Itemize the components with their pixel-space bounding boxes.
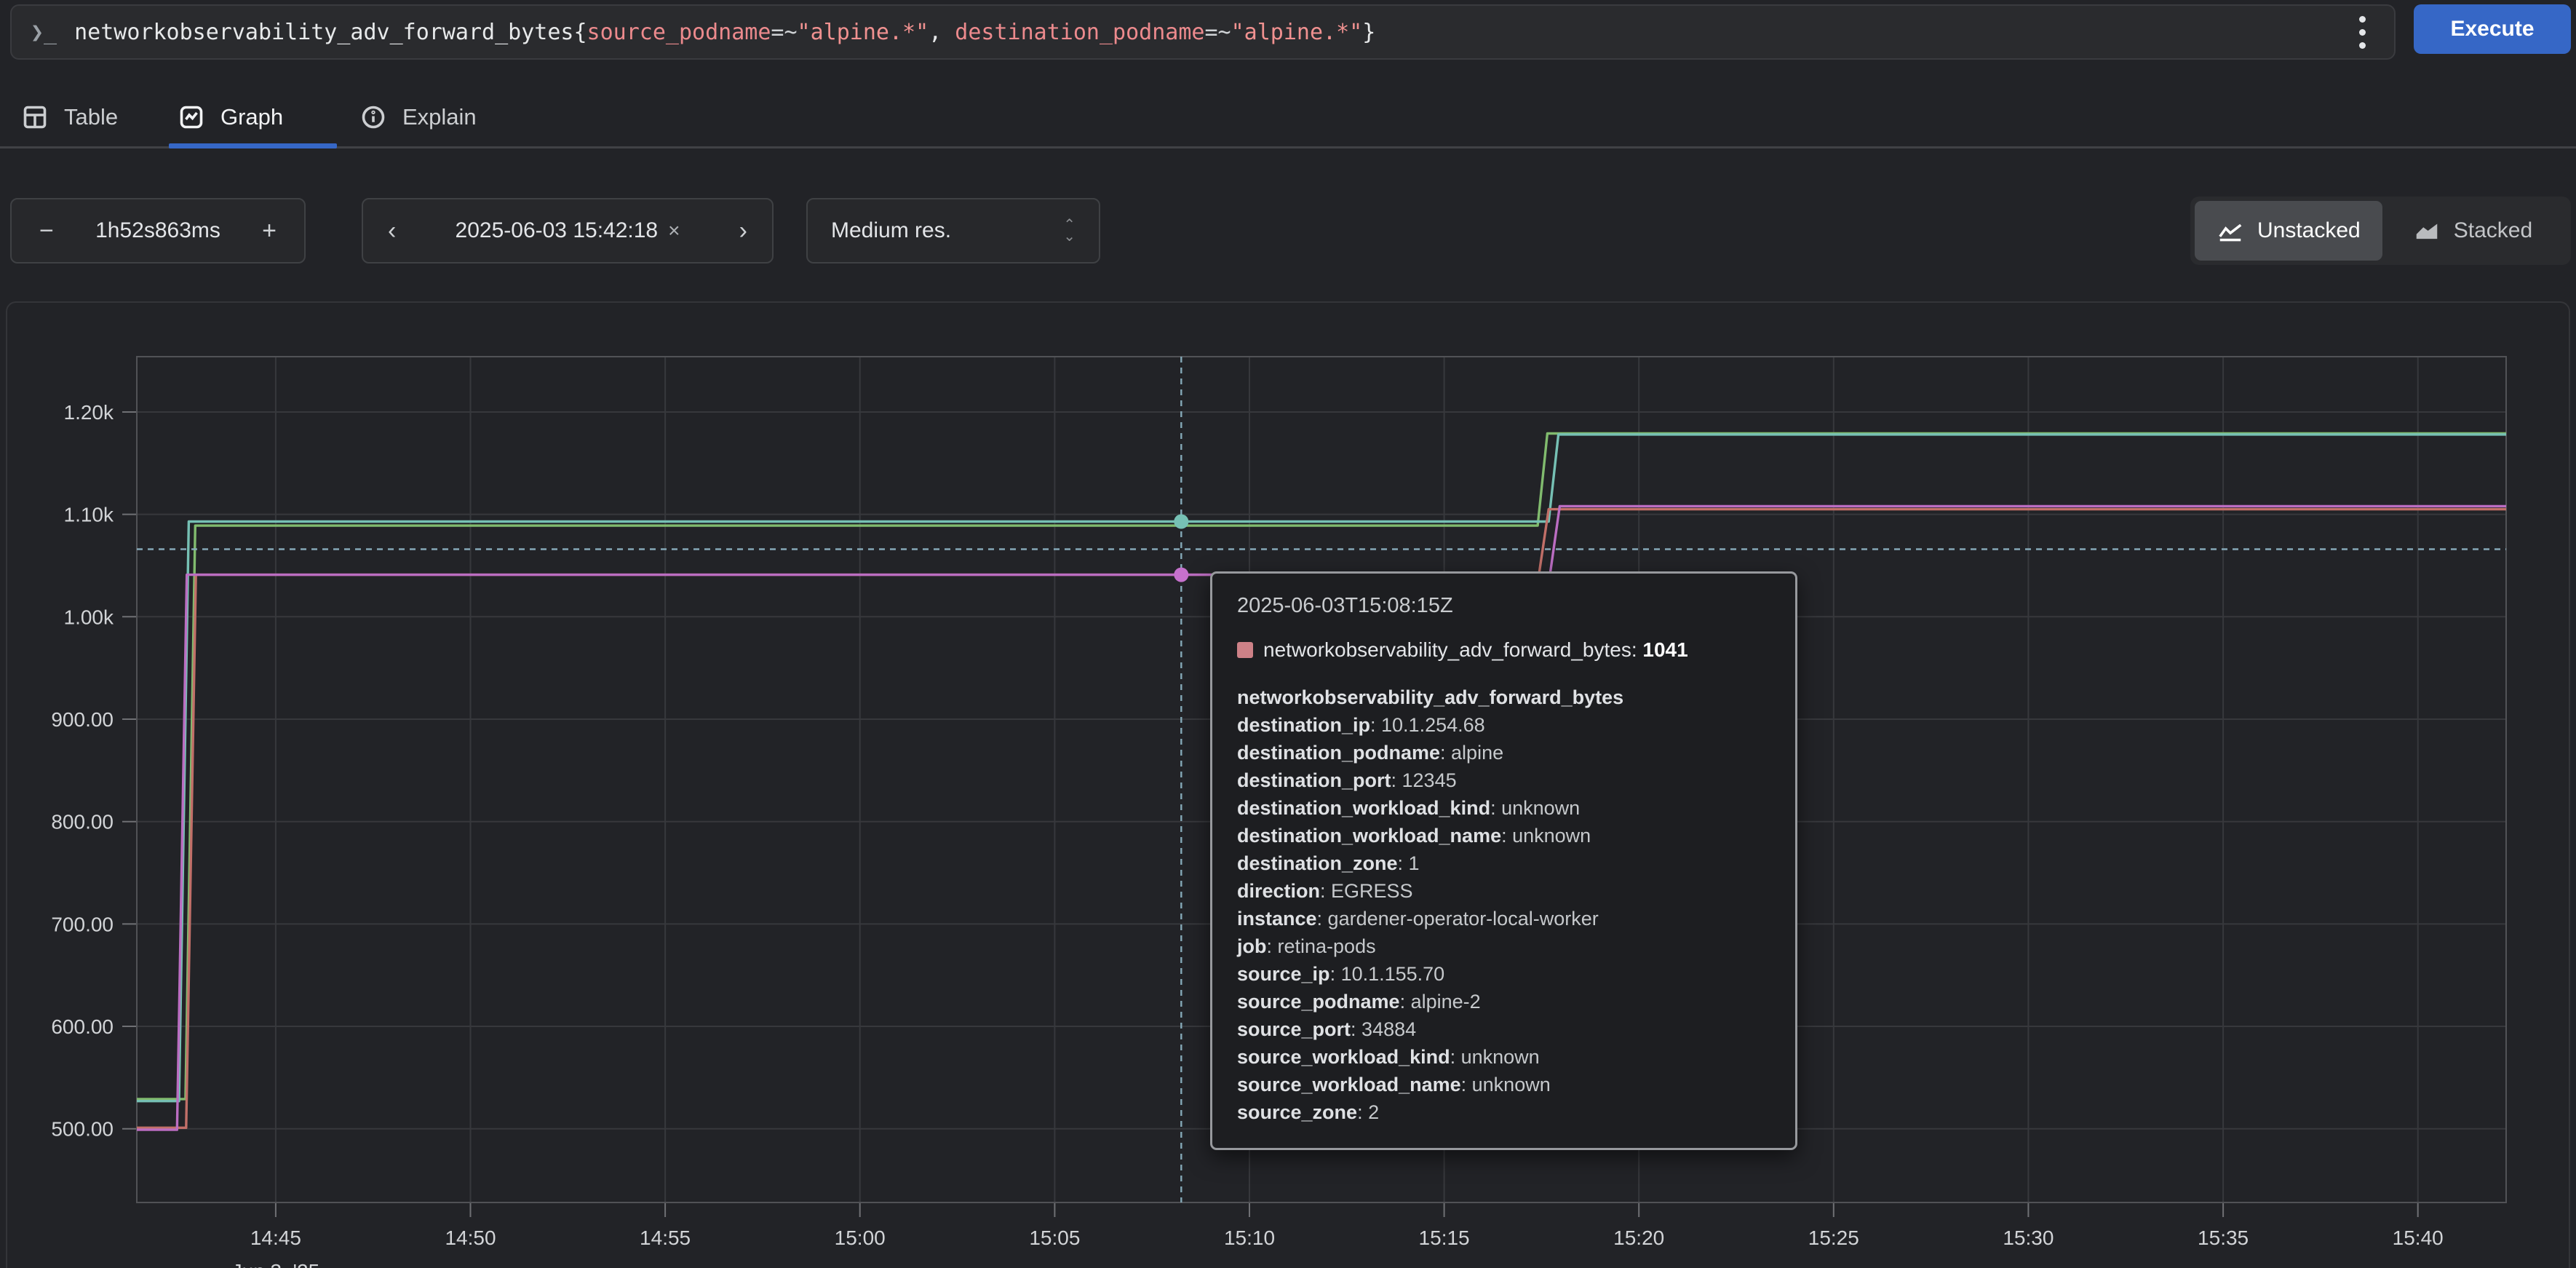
tooltip-label-row: destination_podname: alpine bbox=[1237, 739, 1770, 766]
select-chevrons-icon: ⌃⌄ bbox=[1063, 220, 1076, 242]
stacking-toggle: Unstacked Stacked bbox=[2190, 197, 2571, 265]
prometheus-graph-page: ❯_ networkobservability_adv_forward_byte… bbox=[0, 0, 2576, 1268]
stacked-area-icon bbox=[2413, 217, 2441, 245]
tab-explain[interactable]: Explain bbox=[360, 92, 477, 143]
hover-tooltip: 2025-06-03T15:08:15Z networkobservabilit… bbox=[1210, 571, 1797, 1150]
active-tab-indicator bbox=[169, 143, 337, 148]
end-time-control: ‹ 2025-06-03 15:42:18 × › bbox=[362, 198, 774, 263]
stacked-option[interactable]: Stacked bbox=[2391, 201, 2554, 261]
result-tabs: Table Graph Explain bbox=[0, 86, 2576, 148]
query-input[interactable]: ❯_ networkobservability_adv_forward_byte… bbox=[10, 4, 2396, 60]
execute-button[interactable]: Execute bbox=[2414, 4, 2571, 54]
tooltip-label-row: source_zone: 2 bbox=[1237, 1098, 1770, 1126]
tooltip-label-row: instance: gardener-operator-local-worker bbox=[1237, 905, 1770, 932]
tooltip-series-row: networkobservability_adv_forward_bytes: … bbox=[1237, 638, 1770, 662]
promql-expression[interactable]: networkobservability_adv_forward_bytes{s… bbox=[74, 20, 2340, 45]
unstacked-line-icon bbox=[2217, 217, 2244, 245]
range-duration-control: − 1h52s863ms + bbox=[10, 198, 306, 263]
tooltip-label-row: destination_workload_name: unknown bbox=[1237, 822, 1770, 849]
tooltip-label-row: source_ip: 10.1.155.70 bbox=[1237, 960, 1770, 988]
tooltip-label-row: destination_port: 12345 bbox=[1237, 766, 1770, 794]
query-options-kebab-icon[interactable] bbox=[2340, 10, 2384, 54]
tooltip-label-row: destination_zone: 1 bbox=[1237, 849, 1770, 877]
prev-time-chevron[interactable]: ‹ bbox=[381, 218, 403, 243]
tooltip-label-row: source_port: 34884 bbox=[1237, 1015, 1770, 1043]
series-color-swatch bbox=[1237, 642, 1253, 658]
tooltip-label-row: source_workload_kind: unknown bbox=[1237, 1043, 1770, 1071]
tooltip-label-row: destination_workload_kind: unknown bbox=[1237, 794, 1770, 822]
tab-graph[interactable]: Graph bbox=[178, 92, 283, 143]
info-icon bbox=[360, 104, 386, 130]
next-time-chevron[interactable]: › bbox=[732, 218, 755, 243]
tabs-divider bbox=[0, 146, 2576, 148]
tooltip-label-row: source_workload_name: unknown bbox=[1237, 1071, 1770, 1098]
tooltip-timestamp: 2025-06-03T15:08:15Z bbox=[1237, 594, 1770, 618]
tooltip-label-row: destination_ip: 10.1.254.68 bbox=[1237, 711, 1770, 739]
tooltip-label-list: destination_ip: 10.1.254.68destination_p… bbox=[1237, 711, 1770, 1126]
end-time-value[interactable]: 2025-06-03 15:42:18 bbox=[456, 218, 659, 243]
decrease-range-button[interactable]: − bbox=[32, 218, 61, 243]
resolution-select[interactable]: Medium res. ⌃⌄ bbox=[806, 198, 1100, 263]
graph-icon bbox=[178, 104, 204, 130]
tooltip-label-row: source_podname: alpine-2 bbox=[1237, 988, 1770, 1015]
terminal-prompt-icon: ❯_ bbox=[31, 20, 57, 45]
unstacked-option[interactable]: Unstacked bbox=[2195, 201, 2382, 261]
tooltip-series-value: 1041 bbox=[1642, 638, 1687, 661]
increase-range-button[interactable]: + bbox=[255, 218, 284, 243]
clear-time-icon[interactable]: × bbox=[668, 219, 680, 242]
tooltip-metric-name: networkobservability_adv_forward_bytes bbox=[1237, 683, 1770, 711]
resolution-value: Medium res. bbox=[831, 218, 951, 243]
tooltip-label-row: job: retina-pods bbox=[1237, 932, 1770, 960]
tooltip-label-row: direction: EGRESS bbox=[1237, 877, 1770, 905]
tab-table[interactable]: Table bbox=[22, 92, 118, 143]
table-icon bbox=[22, 104, 48, 130]
range-duration-value[interactable]: 1h52s863ms bbox=[95, 218, 220, 243]
